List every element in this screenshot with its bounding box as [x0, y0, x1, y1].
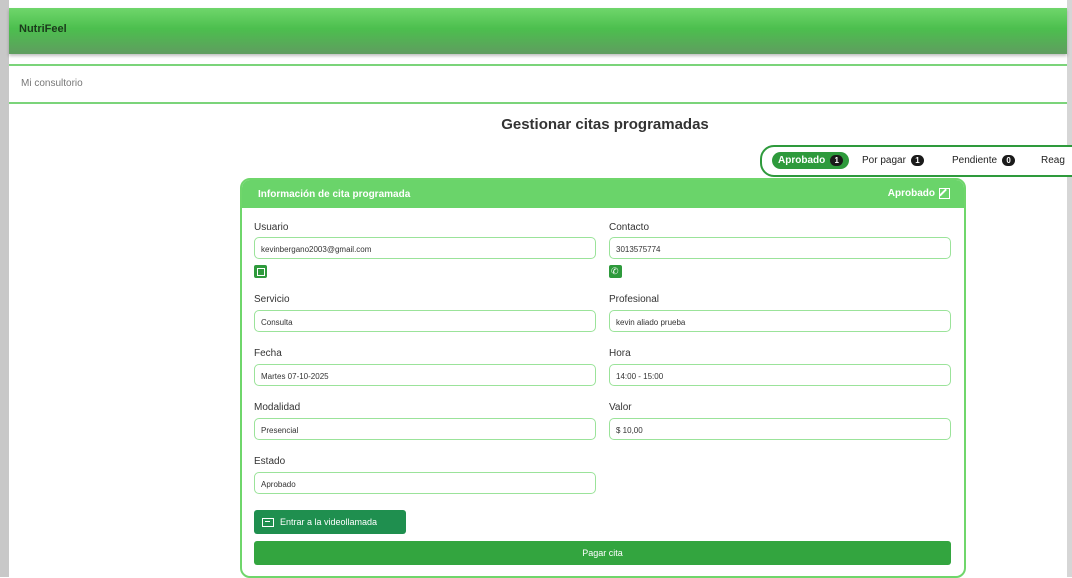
- phone-button[interactable]: ✆: [609, 265, 622, 278]
- contacto-label: Contacto: [609, 222, 650, 233]
- window-right-edge: [1067, 0, 1072, 577]
- top-navbar: NutriFeel: [9, 8, 1067, 54]
- filter-label: Reag: [1041, 155, 1065, 166]
- calendar-button[interactable]: [254, 265, 267, 278]
- card-header: Información de cita programada Aprobado: [242, 180, 964, 208]
- join-videocall-label: Entrar a la videollamada: [280, 517, 378, 527]
- filter-count-badge: 0: [1002, 155, 1016, 166]
- profesional-label: Profesional: [609, 294, 660, 305]
- valor-label: Valor: [609, 402, 632, 413]
- valor-field[interactable]: $ 10,00: [609, 418, 951, 440]
- appointment-card: Información de cita programada Aprobado …: [240, 178, 966, 578]
- brand-logo-text[interactable]: NutriFeel: [19, 23, 67, 35]
- filter-count-badge: 1: [830, 155, 844, 166]
- servicio-field[interactable]: Consulta: [254, 310, 596, 332]
- fecha-label: Fecha: [254, 348, 282, 359]
- modalidad-label: Modalidad: [254, 402, 301, 413]
- pay-appointment-label: Pagar cita: [582, 548, 623, 558]
- contacto-field[interactable]: 3013575774: [609, 237, 951, 259]
- usuario-label: Usuario: [254, 222, 289, 233]
- breadcrumb: Mi consultorio: [9, 64, 1067, 104]
- estado-field[interactable]: Aprobado: [254, 472, 596, 494]
- card-title: Información de cita programada: [258, 189, 411, 200]
- video-icon: [262, 517, 274, 527]
- status-filter-bar: Aprobado 1 Por pagar 1 Pendiente 0 Reag: [760, 145, 1072, 177]
- usuario-field[interactable]: kevinbergano2003@gmail.com: [254, 237, 596, 259]
- window-left-edge: [0, 0, 9, 577]
- profesional-field[interactable]: kevin aliado prueba: [609, 310, 951, 332]
- calendar-icon: [257, 268, 265, 276]
- filter-label: Aprobado: [778, 155, 826, 166]
- hora-label: Hora: [609, 348, 631, 359]
- breadcrumb-item[interactable]: Mi consultorio: [21, 78, 83, 89]
- card-status-label: Aprobado: [887, 188, 935, 199]
- fecha-field[interactable]: Martes 07-10-2025: [254, 364, 596, 386]
- card-status[interactable]: Aprobado: [888, 188, 950, 199]
- edit-icon[interactable]: [939, 188, 950, 199]
- phone-icon: ✆: [611, 266, 619, 276]
- modalidad-field[interactable]: Presencial: [254, 418, 596, 440]
- servicio-label: Servicio: [254, 294, 290, 305]
- filter-aprobado[interactable]: Aprobado 1: [772, 152, 850, 169]
- pay-appointment-button[interactable]: Pagar cita: [254, 541, 951, 565]
- filter-count-badge: 1: [910, 155, 924, 166]
- join-videocall-button[interactable]: Entrar a la videollamada: [254, 510, 406, 534]
- filter-label: Por pagar: [862, 155, 906, 166]
- page-title: Gestionar citas programadas: [501, 116, 709, 133]
- filter-por-pagar[interactable]: Por pagar 1: [862, 152, 924, 169]
- filter-reagendado[interactable]: Reag: [1041, 152, 1065, 169]
- hora-field[interactable]: 14:00 - 15:00: [609, 364, 951, 386]
- estado-label: Estado: [254, 456, 286, 467]
- filter-label: Pendiente: [952, 155, 998, 166]
- filter-pendiente[interactable]: Pendiente 0: [952, 152, 1016, 169]
